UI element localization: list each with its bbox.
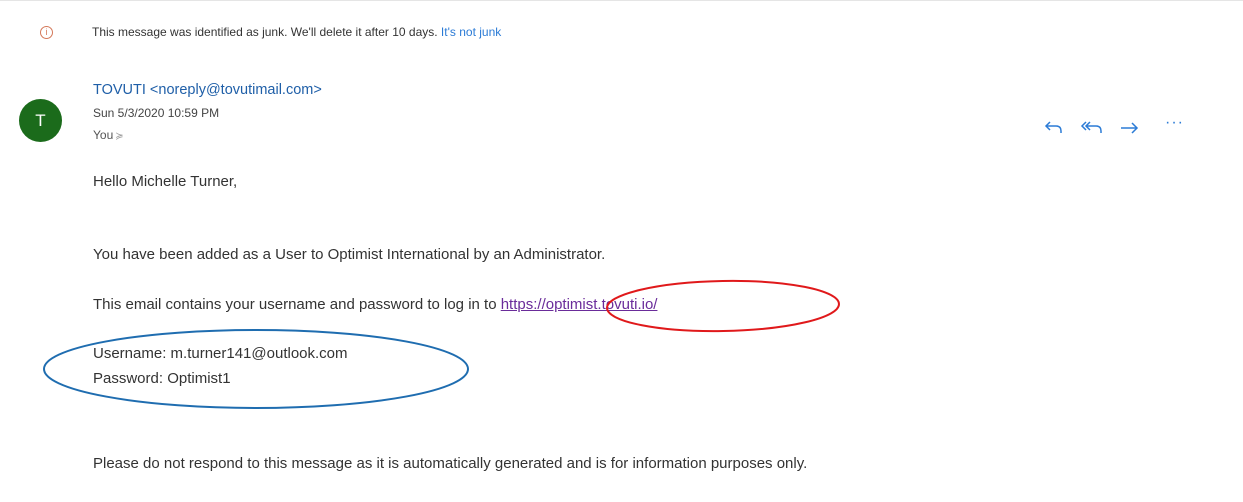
username-line: Username: m.turner141@outlook.com [93,345,348,362]
password-line: Password: Optimist1 [93,370,231,387]
junk-banner: i This message was identified as junk. W… [0,0,1243,63]
credentials-highlight-ellipse [43,329,469,409]
sender-name[interactable]: TOVUTI <noreply@tovutimail.com> [93,82,322,98]
greeting: Hello Michelle Turner, [93,173,238,190]
not-junk-link[interactable]: It's not junk [441,25,501,39]
credentials-intro: This email contains your username and pa… [93,296,657,313]
reply-all-icon[interactable] [1079,116,1105,140]
footer-note: Please do not respond to this message as… [93,455,808,472]
added-message: You have been added as a User to Optimis… [93,246,606,263]
forward-icon[interactable] [1118,116,1142,140]
junk-message: This message was identified as junk. We'… [92,25,501,39]
credentials-intro-text: This email contains your username and pa… [93,296,501,313]
login-url-link[interactable]: https://optimist.tovuti.io/ [501,296,658,313]
email-reading-pane: i This message was identified as junk. W… [0,0,1243,502]
junk-message-text: This message was identified as junk. We'… [92,25,438,39]
info-icon: i [40,26,53,39]
more-icon[interactable]: ··· [1165,114,1184,138]
reply-icon[interactable] [1043,116,1065,140]
message-actions: ··· [0,114,1243,140]
